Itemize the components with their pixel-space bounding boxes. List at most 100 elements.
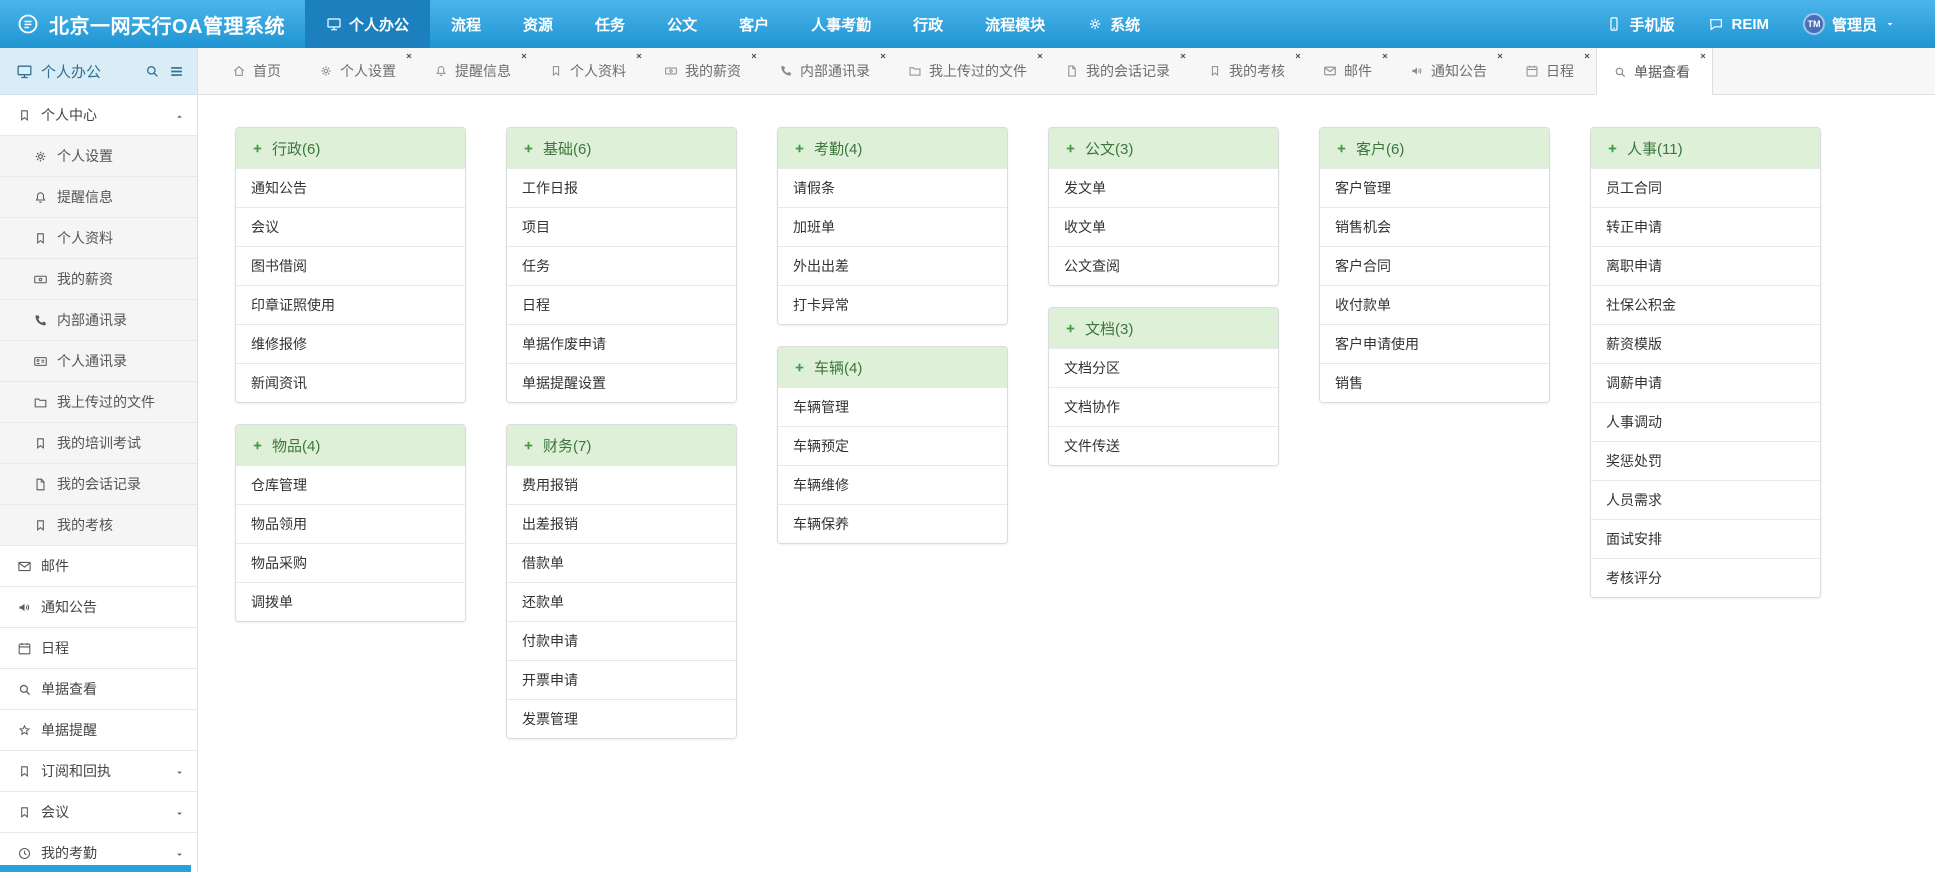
tab-通知公告[interactable]: 通知公告 [1394, 48, 1509, 94]
panel-item[interactable]: 单据作废申请 [507, 324, 736, 363]
panel-item[interactable]: 项目 [507, 207, 736, 246]
tab-个人设置[interactable]: 个人设置 [303, 48, 418, 94]
topnav-item[interactable]: 流程 [430, 0, 502, 48]
tab-个人资料[interactable]: 个人资料 [533, 48, 648, 94]
panel-item[interactable]: 车辆保养 [778, 504, 1007, 543]
panel-item[interactable]: 客户管理 [1320, 168, 1549, 207]
tab-close-icon[interactable] [520, 52, 528, 60]
panel-item[interactable]: 维修报修 [236, 324, 465, 363]
panel-item[interactable]: 发票管理 [507, 699, 736, 738]
panel-item[interactable]: 发文单 [1049, 168, 1278, 207]
sidebar-item[interactable]: 我的考核 [0, 505, 197, 546]
sidebar-menu-icon[interactable] [168, 63, 185, 80]
panel-item[interactable]: 文档分区 [1049, 348, 1278, 387]
panel-item[interactable]: 印章证照使用 [236, 285, 465, 324]
sidebar-item[interactable]: 个人中心 [0, 95, 197, 136]
panel-item[interactable]: 车辆管理 [778, 387, 1007, 426]
topnav-item[interactable]: 人事考勤 [790, 0, 892, 48]
panel-item[interactable]: 外出出差 [778, 246, 1007, 285]
panel-item[interactable]: 会议 [236, 207, 465, 246]
panel-header[interactable]: 车辆(4) [778, 347, 1007, 387]
panel-item[interactable]: 面试安排 [1591, 519, 1820, 558]
sidebar-item[interactable]: 我的会话记录 [0, 464, 197, 505]
sidebar-item[interactable]: 个人通讯录 [0, 341, 197, 382]
tab-提醒信息[interactable]: 提醒信息 [418, 48, 533, 94]
panel-item[interactable]: 出差报销 [507, 504, 736, 543]
sidebar-item[interactable]: 内部通讯录 [0, 300, 197, 341]
topbar-right-item[interactable]: 手机版 [1589, 14, 1691, 35]
panel-item[interactable]: 社保公积金 [1591, 285, 1820, 324]
panel-item[interactable]: 物品领用 [236, 504, 465, 543]
panel-item[interactable]: 客户申请使用 [1320, 324, 1549, 363]
panel-item[interactable]: 请假条 [778, 168, 1007, 207]
panel-header[interactable]: 考勤(4) [778, 128, 1007, 168]
sidebar-item[interactable]: 个人设置 [0, 136, 197, 177]
panel-item[interactable]: 客户合同 [1320, 246, 1549, 285]
sidebar-item[interactable]: 我的培训考试 [0, 423, 197, 464]
panel-item[interactable]: 通知公告 [236, 168, 465, 207]
tab-close-icon[interactable] [1381, 52, 1389, 60]
panel-item[interactable]: 任务 [507, 246, 736, 285]
panel-item[interactable]: 收文单 [1049, 207, 1278, 246]
panel-item[interactable]: 调薪申请 [1591, 363, 1820, 402]
panel-item[interactable]: 考核评分 [1591, 558, 1820, 597]
tab-close-icon[interactable] [1036, 52, 1044, 60]
tab-我的薪资[interactable]: 我的薪资 [648, 48, 763, 94]
panel-item[interactable]: 公文查阅 [1049, 246, 1278, 285]
panel-item[interactable]: 工作日报 [507, 168, 736, 207]
topnav-item[interactable]: 行政 [892, 0, 964, 48]
panel-item[interactable]: 销售 [1320, 363, 1549, 402]
tab-内部通讯录[interactable]: 内部通讯录 [763, 48, 892, 94]
panel-item[interactable]: 奖惩处罚 [1591, 441, 1820, 480]
panel-item[interactable]: 加班单 [778, 207, 1007, 246]
topnav-item[interactable]: 任务 [574, 0, 646, 48]
tab-我的会话记录[interactable]: 我的会话记录 [1049, 48, 1192, 94]
panel-item[interactable]: 调拨单 [236, 582, 465, 621]
sidebar-item[interactable]: 单据查看 [0, 669, 197, 710]
panel-item[interactable]: 员工合同 [1591, 168, 1820, 207]
tab-close-icon[interactable] [635, 52, 643, 60]
panel-item[interactable]: 离职申请 [1591, 246, 1820, 285]
sidebar-item[interactable]: 日程 [0, 628, 197, 669]
sidebar-item[interactable]: 通知公告 [0, 587, 197, 628]
topbar-right-item[interactable]: REIM [1691, 16, 1786, 33]
topnav-item[interactable]: 资源 [502, 0, 574, 48]
tab-close-icon[interactable] [1179, 52, 1187, 60]
topnav-item[interactable]: 公文 [646, 0, 718, 48]
topnav-item[interactable]: 客户 [718, 0, 790, 48]
panel-item[interactable]: 人事调动 [1591, 402, 1820, 441]
sidebar-item[interactable]: 提醒信息 [0, 177, 197, 218]
panel-header[interactable]: 客户(6) [1320, 128, 1549, 168]
tab-close-icon[interactable] [1699, 52, 1707, 60]
tab-close-icon[interactable] [405, 52, 413, 60]
tab-我的考核[interactable]: 我的考核 [1192, 48, 1307, 94]
sidebar-item[interactable]: 邮件 [0, 546, 197, 587]
topnav-item[interactable]: 系统 [1066, 0, 1161, 48]
panel-item[interactable]: 薪资模版 [1591, 324, 1820, 363]
panel-item[interactable]: 图书借阅 [236, 246, 465, 285]
tab-close-icon[interactable] [1294, 52, 1302, 60]
sidebar-item[interactable]: 订阅和回执 [0, 751, 197, 792]
tab-我上传过的文件[interactable]: 我上传过的文件 [892, 48, 1049, 94]
panel-item[interactable]: 文件传送 [1049, 426, 1278, 465]
panel-item[interactable]: 文档协作 [1049, 387, 1278, 426]
topbar-right-item[interactable]: TM管理员 [1786, 13, 1913, 35]
panel-header[interactable]: 财务(7) [507, 425, 736, 465]
panel-item[interactable]: 费用报销 [507, 465, 736, 504]
panel-header[interactable]: 文档(3) [1049, 308, 1278, 348]
sidebar-item[interactable]: 会议 [0, 792, 197, 833]
panel-item[interactable]: 新闻资讯 [236, 363, 465, 402]
panel-item[interactable]: 仓库管理 [236, 465, 465, 504]
tab-首页[interactable]: 首页 [216, 48, 303, 94]
topnav-item[interactable]: 流程模块 [964, 0, 1066, 48]
panel-header[interactable]: 公文(3) [1049, 128, 1278, 168]
panel-item[interactable]: 还款单 [507, 582, 736, 621]
tab-close-icon[interactable] [750, 52, 758, 60]
sidebar-item[interactable]: 我的薪资 [0, 259, 197, 300]
panel-item[interactable]: 收付款单 [1320, 285, 1549, 324]
panel-header[interactable]: 行政(6) [236, 128, 465, 168]
panel-item[interactable]: 车辆维修 [778, 465, 1007, 504]
sidebar-item[interactable]: 单据提醒 [0, 710, 197, 751]
panel-item[interactable]: 单据提醒设置 [507, 363, 736, 402]
panel-item[interactable]: 开票申请 [507, 660, 736, 699]
